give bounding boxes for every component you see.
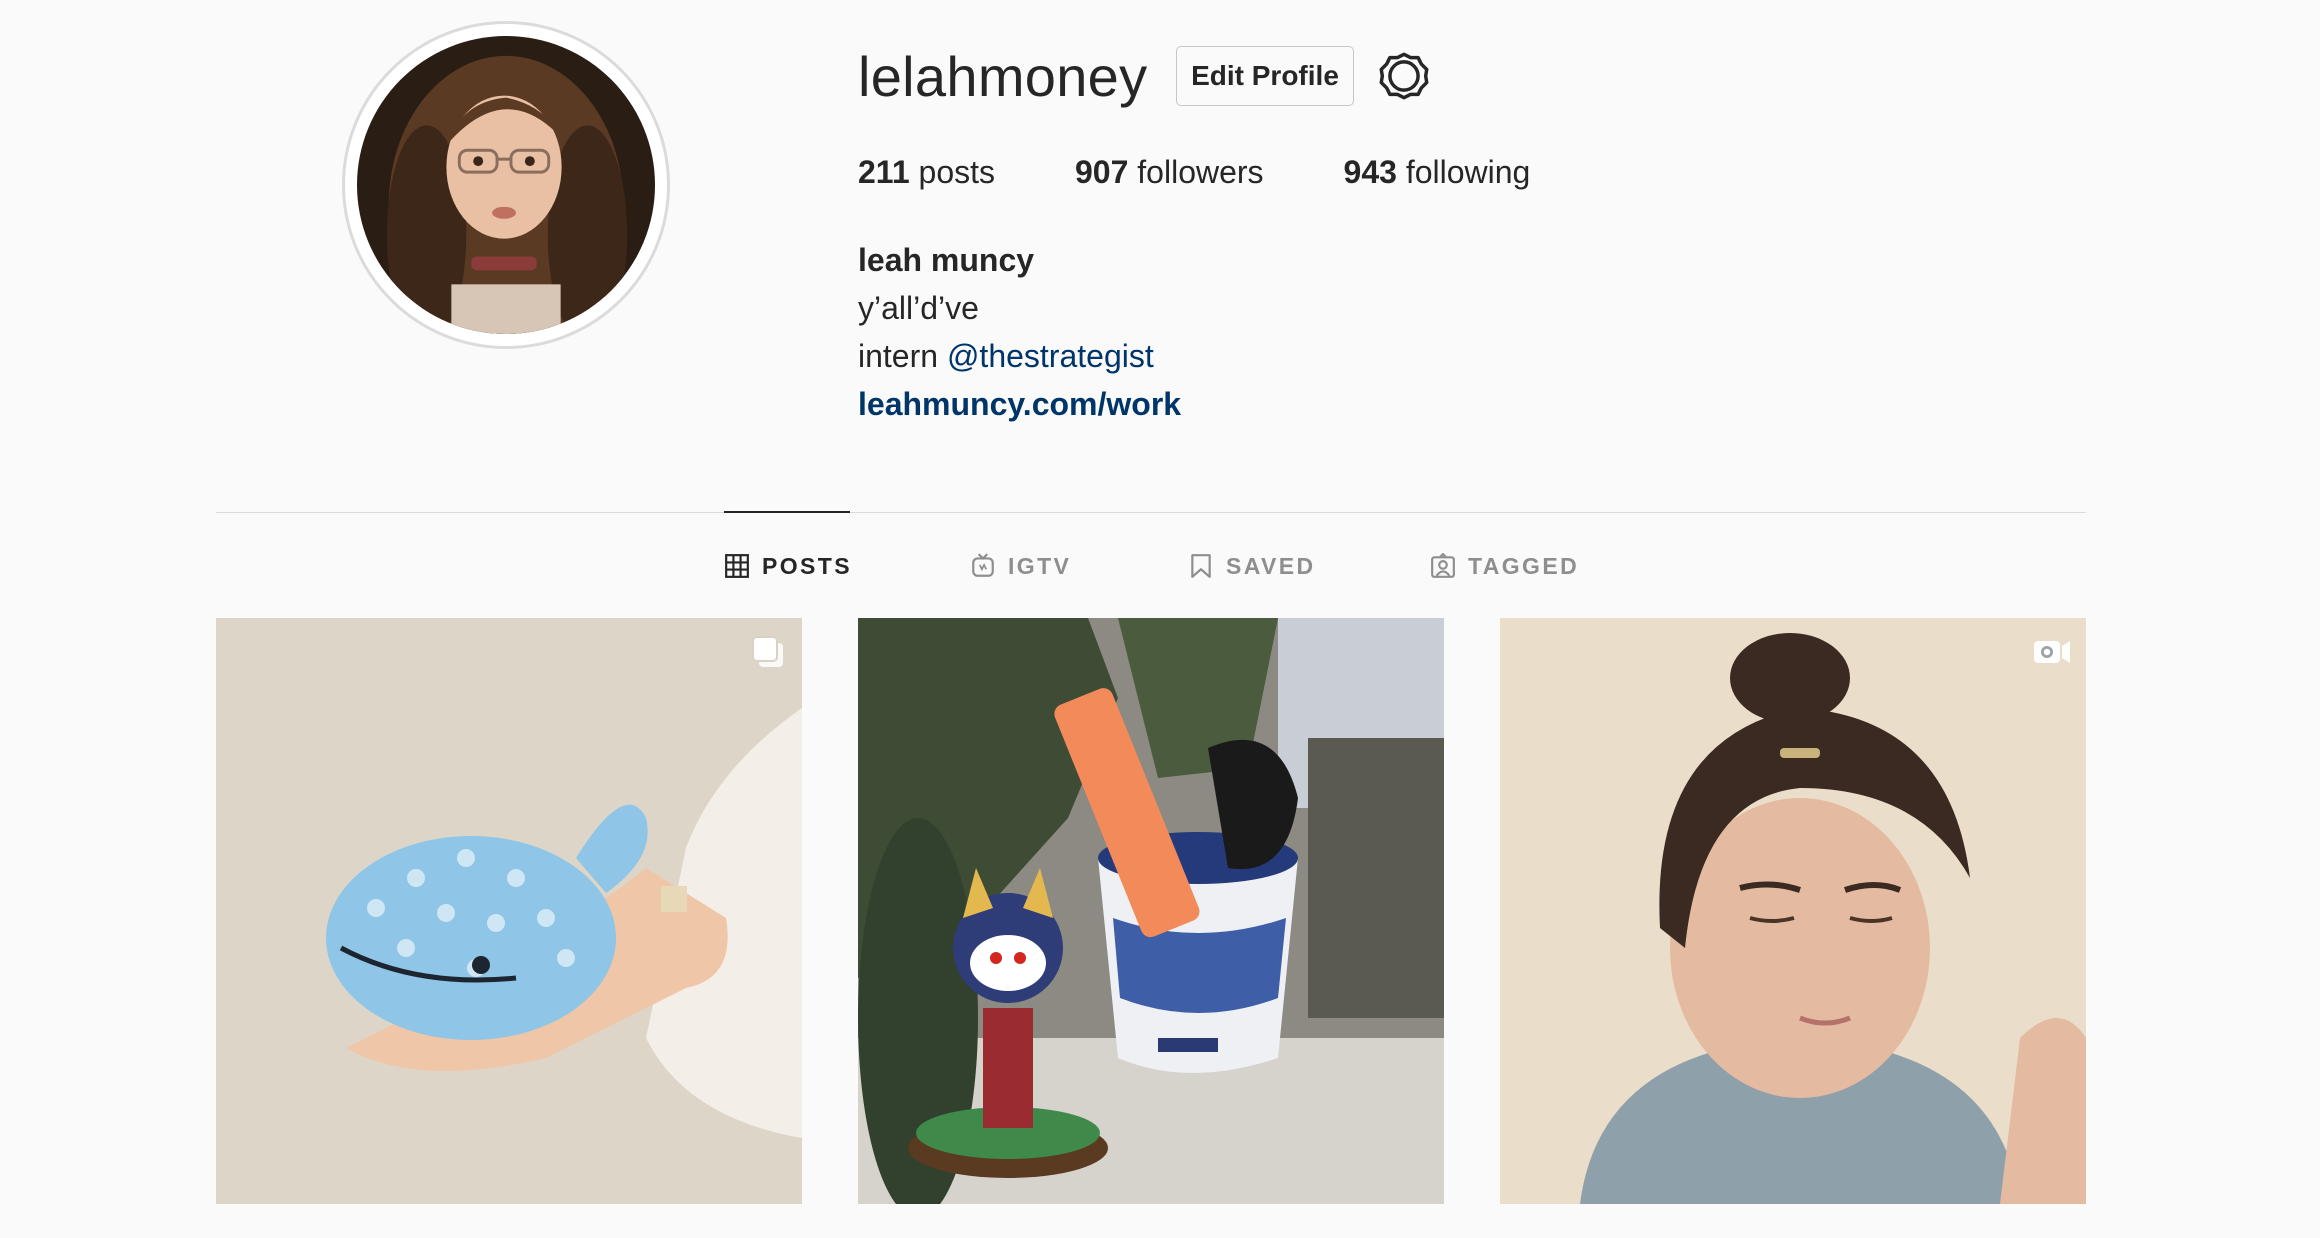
carousel-icon [752, 636, 783, 667]
avatar-image [357, 36, 655, 334]
video-icon [2034, 641, 2070, 663]
tab-label: SAVED [1226, 552, 1316, 579]
edit-profile-button[interactable]: Edit Profile [1176, 46, 1354, 106]
followers-stat[interactable]: 907 followers [1075, 154, 1264, 191]
tab-saved[interactable]: SAVED [1188, 548, 1316, 584]
active-tab-indicator [724, 511, 850, 513]
post-image-desk-figurine [858, 618, 1444, 1204]
post-image-portrait [1500, 618, 2086, 1204]
posts-label: posts [918, 154, 995, 190]
bio: leah muncy y’all’d’ve intern @thestrateg… [858, 236, 1181, 428]
bio-line-intern: intern @thestrategist [858, 332, 1181, 380]
website-link[interactable]: leahmuncy.com/work [858, 386, 1181, 422]
mention-link[interactable]: @thestrategist [947, 338, 1154, 374]
gear-icon[interactable] [1378, 50, 1430, 102]
igtv-icon [972, 553, 994, 577]
tagged-icon [1431, 553, 1455, 578]
full-name: leah muncy [858, 242, 1035, 278]
following-count: 943 [1343, 154, 1397, 190]
tab-igtv[interactable]: IGTV [970, 548, 1071, 584]
posts-count: 211 [858, 154, 910, 190]
following-stat[interactable]: 943 following [1344, 154, 1531, 191]
following-label: following [1405, 154, 1531, 190]
post-thumbnail[interactable] [858, 618, 1444, 1204]
grid-icon [725, 554, 749, 578]
tabs-divider [216, 512, 2086, 513]
profile-stats: 211 posts 907 followers 943 following [858, 154, 1610, 191]
bookmark-icon [1191, 554, 1211, 578]
tab-label: TAGGED [1468, 552, 1580, 579]
posts-stat: 211 posts [858, 154, 995, 191]
username: lelahmoney [858, 45, 1148, 108]
followers-label: followers [1137, 154, 1264, 190]
tab-label: IGTV [1008, 552, 1072, 579]
avatar[interactable] [357, 36, 655, 334]
profile-page: lelahmoney Edit Profile 211 posts 907 fo… [0, 0, 2320, 1238]
tab-label: POSTS [762, 552, 852, 579]
tab-posts[interactable]: POSTS [724, 548, 852, 584]
tab-tagged[interactable]: TAGGED [1430, 548, 1579, 584]
followers-count: 907 [1075, 154, 1129, 190]
post-image-whale-plush [216, 618, 802, 1204]
avatar-ring[interactable] [342, 21, 670, 349]
post-thumbnail[interactable] [1500, 618, 2086, 1204]
bio-intern-text: intern [858, 338, 939, 374]
post-thumbnail[interactable] [216, 618, 802, 1204]
bio-line: y’all’d’ve [858, 290, 979, 326]
